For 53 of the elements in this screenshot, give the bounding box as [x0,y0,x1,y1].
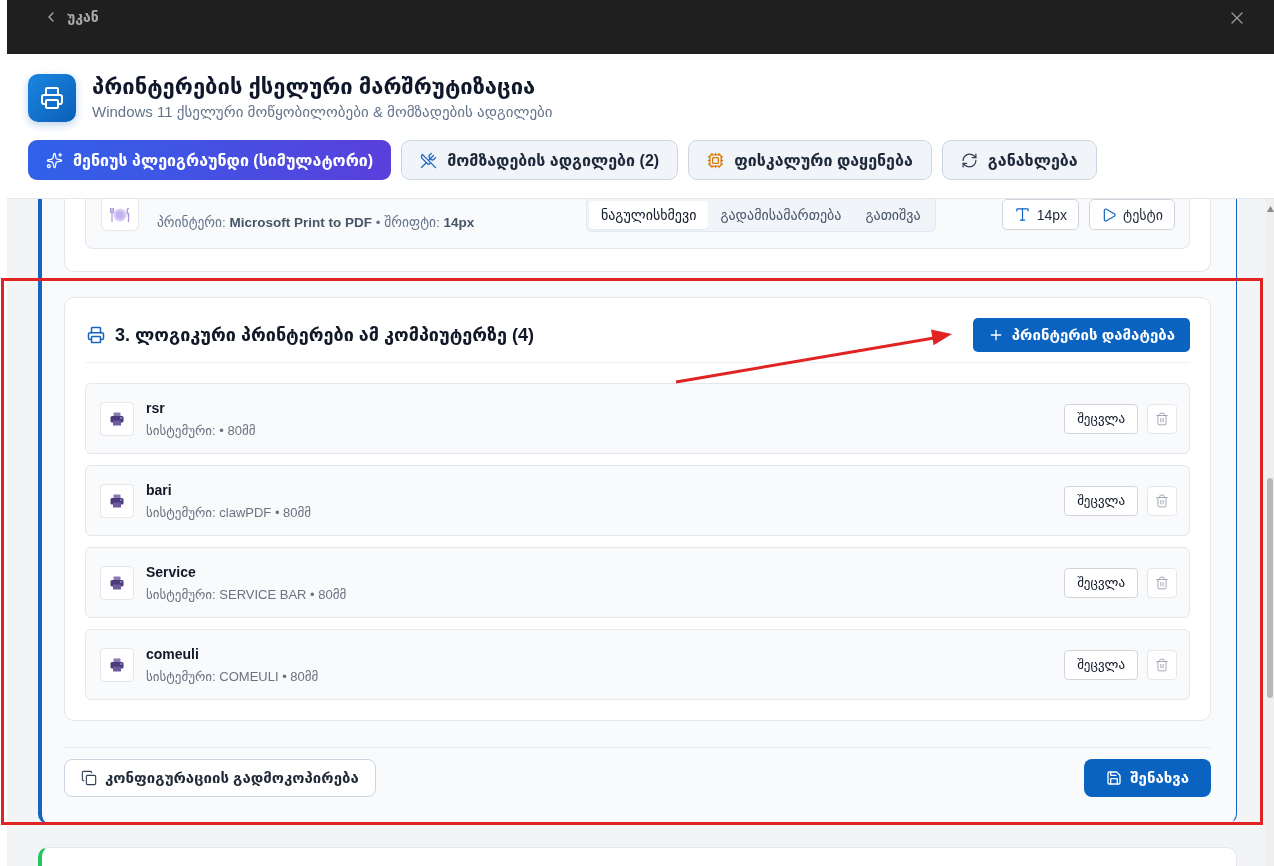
section-title: 3. ლოგიკური პრინტერები ამ კომპიუტერზე (4) [115,324,534,346]
back-button[interactable]: უკან [43,7,99,27]
toolbar-button[interactable]: მომზადების ადგილები (2) [401,140,679,180]
delete-button[interactable] [1147,485,1177,516]
copy-config-button[interactable]: კონფიგურაციის გადმოკოპირება [64,759,376,797]
test-button[interactable]: ტესტი [1089,199,1175,230]
chip-icon [707,151,725,169]
toolbar-button[interactable]: ფისკალური დაყენება [688,140,932,180]
printer-name: comeuli [146,644,200,663]
trash-icon [1155,657,1169,672]
printer-name: bari [146,480,173,499]
printer-icon [87,326,105,344]
station-details: პრინტერი: Microsoft Print to PDF • შრიფტი: 14px [157,214,476,232]
edit-button[interactable]: შეცვლა [1064,403,1138,434]
printer-details: სისტემური: • 80მმ [146,421,257,439]
mode-option[interactable]: გათიშვა [853,201,933,229]
scroll-up-arrow-icon[interactable] [1266,206,1274,212]
edit-button[interactable]: შეცვლა [1064,567,1138,598]
printer-details: სისტემური: COMEULI • 80მმ [146,667,320,685]
save-button[interactable]: შენახვა [1084,759,1211,797]
printer-name: rsr [146,398,166,417]
delete-button[interactable] [1147,403,1177,434]
fork-knife-icon [420,151,438,169]
trash-icon [1155,493,1169,508]
mode-option[interactable]: გადამისამართება [708,201,854,229]
delete-button[interactable] [1147,649,1177,680]
printer-details: სისტემური: SERVICE BAR • 80მმ [146,585,348,603]
printer-icon [100,565,134,600]
printer-details: სისტემური: clawPDF • 80მმ [146,503,313,521]
toolbar-button[interactable]: განახლება [941,140,1097,180]
save-icon [1106,770,1123,786]
printer-icon [100,647,134,682]
printer-name: Service [146,562,197,581]
playground-button[interactable]: მენიუს პლეიგრაუნდი (სიმულატორი) [28,140,392,180]
play-icon [1101,206,1117,223]
printer-icon [28,74,76,122]
printer-icon [100,401,134,436]
text-size-icon [1013,206,1031,223]
mode-option[interactable]: ნაგულისხმევი [588,201,709,229]
scrollbar-thumb[interactable] [1267,478,1273,698]
page-title: პრინტერების ქსელური მარშრუტიზაცია [92,74,537,100]
trash-icon [1155,575,1169,590]
delete-button[interactable] [1147,567,1177,598]
font-size-button[interactable]: 14px [1001,199,1079,230]
sparkles-icon [46,151,63,169]
add-printer-button[interactable]: პრინტერის დამატება [972,318,1190,352]
printer-icon [100,483,134,518]
refresh-icon [960,151,978,169]
edit-button[interactable]: შეცვლა [1064,485,1138,516]
copy-icon [81,770,97,786]
page-subtitle: Windows 11 ქსელური მოწყობილობები & მომზადების ადგილები [92,102,553,122]
trash-icon [1155,411,1169,426]
edit-button[interactable]: შეცვლა [1064,649,1138,680]
